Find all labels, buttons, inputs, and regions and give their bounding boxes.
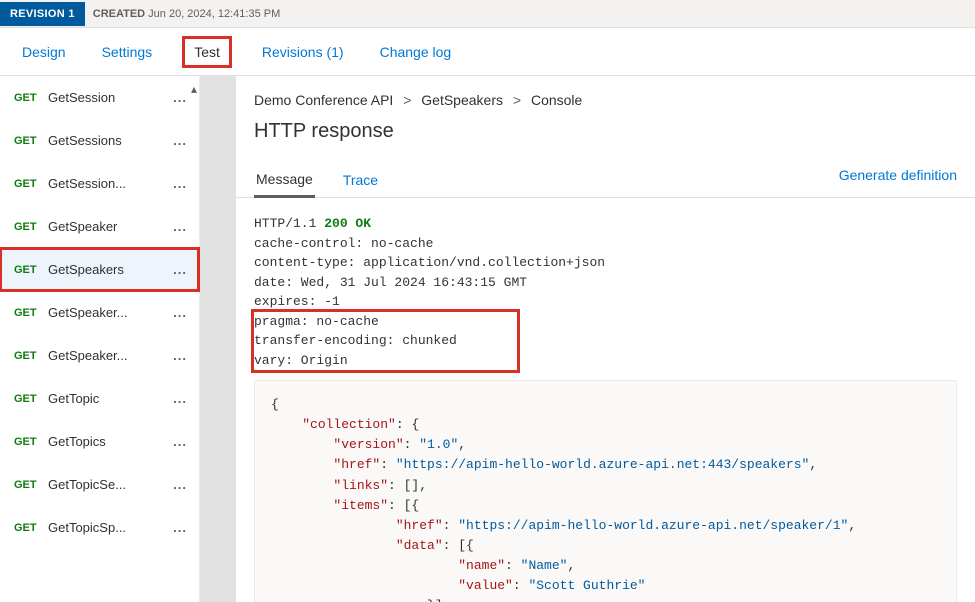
scroll-up-icon[interactable]: ▴	[191, 82, 197, 96]
headers-highlighted: pragma: no-cache transfer-encoding: chun…	[254, 312, 517, 371]
more-options-icon[interactable]: ...	[171, 176, 189, 191]
json-line: {	[271, 397, 279, 412]
operation-name: GetSessions	[48, 133, 171, 148]
json-key: "data"	[396, 538, 443, 553]
http-proto: HTTP/1.1	[254, 216, 324, 231]
main-panel: Demo Conference API > GetSpeakers > Cons…	[236, 76, 975, 602]
breadcrumb: Demo Conference API > GetSpeakers > Cons…	[236, 76, 975, 108]
operation-row[interactable]: GETGetTopics...	[0, 420, 199, 463]
operation-row[interactable]: GETGetTopicSe......	[0, 463, 199, 506]
json-key: "items"	[333, 498, 388, 513]
operation-row[interactable]: GETGetSpeaker......	[0, 291, 199, 334]
headers-plain: cache-control: no-cache content-type: ap…	[254, 236, 605, 310]
more-options-icon[interactable]: ...	[171, 434, 189, 449]
tab-test[interactable]: Test	[184, 38, 230, 66]
main-tabs: Design Settings Test Revisions (1) Chang…	[0, 28, 975, 76]
operation-row[interactable]: GETGetSession...	[0, 76, 199, 119]
crumb-api[interactable]: Demo Conference API	[254, 92, 393, 108]
http-verb-label: GET	[14, 350, 48, 362]
http-verb-label: GET	[14, 178, 48, 190]
http-verb-label: GET	[14, 92, 48, 104]
http-verb-label: GET	[14, 264, 48, 276]
operation-row[interactable]: GETGetSessions...	[0, 119, 199, 162]
layout: ▴ GETGetSession...GETGetSessions...GETGe…	[0, 76, 975, 602]
json-key: "collection"	[302, 417, 396, 432]
operations-sidebar: ▴ GETGetSession...GETGetSessions...GETGe…	[0, 76, 200, 602]
generate-definition-link[interactable]: Generate definition	[839, 167, 957, 191]
http-verb-label: GET	[14, 436, 48, 448]
more-options-icon[interactable]: ...	[171, 520, 189, 535]
topbar: REVISION 1 CREATED Jun 20, 2024, 12:41:3…	[0, 0, 975, 28]
more-options-icon[interactable]: ...	[171, 219, 189, 234]
json-text: : [{	[388, 498, 419, 513]
operation-row[interactable]: GETGetSpeaker......	[0, 334, 199, 377]
created-stamp: CREATED Jun 20, 2024, 12:41:35 PM	[93, 8, 281, 20]
created-value: Jun 20, 2024, 12:41:35 PM	[148, 8, 280, 20]
operation-name: GetTopicSp...	[48, 520, 171, 535]
json-text: }],	[427, 598, 450, 602]
operation-name: GetSession...	[48, 176, 171, 191]
more-options-icon[interactable]: ...	[171, 305, 189, 320]
operation-row[interactable]: GETGetTopicSp......	[0, 506, 199, 549]
json-key: "version"	[333, 437, 403, 452]
json-key: "value"	[458, 578, 513, 593]
json-str: "https://apim-hello-world.azure-api.net:…	[396, 457, 809, 472]
crumb-sep: >	[403, 92, 411, 108]
operation-name: GetSpeakers	[48, 262, 171, 277]
json-key: "name"	[458, 558, 505, 573]
response-headers: HTTP/1.1 200 OK cache-control: no-cache …	[236, 198, 975, 370]
response-body: { "collection": { "version": "1.0", "hre…	[254, 380, 957, 602]
more-options-icon[interactable]: ...	[171, 348, 189, 363]
json-key: "href"	[396, 518, 443, 533]
more-options-icon[interactable]: ...	[171, 391, 189, 406]
tab-trace[interactable]: Trace	[341, 162, 380, 196]
operation-row[interactable]: GETGetSpeaker...	[0, 205, 199, 248]
crumb-console: Console	[531, 92, 582, 108]
json-str: "Name"	[521, 558, 568, 573]
json-str: "https://apim-hello-world.azure-api.net/…	[458, 518, 848, 533]
json-text: : [],	[388, 478, 427, 493]
operation-name: GetSpeaker	[48, 219, 171, 234]
more-options-icon[interactable]: ...	[171, 262, 189, 277]
json-text: : {	[396, 417, 419, 432]
http-verb-label: GET	[14, 393, 48, 405]
http-verb-label: GET	[14, 221, 48, 233]
revision-badge: REVISION 1	[0, 2, 85, 26]
http-verb-label: GET	[14, 522, 48, 534]
operation-name: GetSession	[48, 90, 171, 105]
section-title: HTTP response	[236, 108, 975, 161]
created-label: CREATED	[93, 8, 145, 20]
http-status: 200 OK	[324, 216, 371, 231]
more-options-icon[interactable]: ...	[171, 90, 189, 105]
http-verb-label: GET	[14, 479, 48, 491]
json-str: "1.0"	[419, 437, 458, 452]
operation-name: GetTopicSe...	[48, 477, 171, 492]
operation-name: GetSpeaker...	[48, 348, 171, 363]
crumb-sep: >	[513, 92, 521, 108]
operation-row[interactable]: GETGetSpeakers...	[0, 248, 199, 291]
http-verb-label: GET	[14, 307, 48, 319]
operation-name: GetSpeaker...	[48, 305, 171, 320]
tab-message[interactable]: Message	[254, 161, 315, 198]
operation-name: GetTopics	[48, 434, 171, 449]
tab-settings[interactable]: Settings	[98, 38, 157, 66]
json-key: "links"	[333, 478, 388, 493]
json-key: "href"	[333, 457, 380, 472]
operation-row[interactable]: GETGetSession......	[0, 162, 199, 205]
tab-changelog[interactable]: Change log	[376, 38, 456, 66]
http-verb-label: GET	[14, 135, 48, 147]
operation-row[interactable]: GETGetTopic...	[0, 377, 199, 420]
more-options-icon[interactable]: ...	[171, 477, 189, 492]
tab-revisions[interactable]: Revisions (1)	[258, 38, 348, 66]
crumb-op[interactable]: GetSpeakers	[421, 92, 503, 108]
response-tabs: Message Trace Generate definition	[236, 161, 975, 198]
json-str: "Scott Guthrie"	[528, 578, 645, 593]
sidebar-scrollbar[interactable]	[200, 76, 236, 602]
more-options-icon[interactable]: ...	[171, 133, 189, 148]
json-text: : [{	[443, 538, 474, 553]
operation-name: GetTopic	[48, 391, 171, 406]
tab-design[interactable]: Design	[18, 38, 70, 66]
